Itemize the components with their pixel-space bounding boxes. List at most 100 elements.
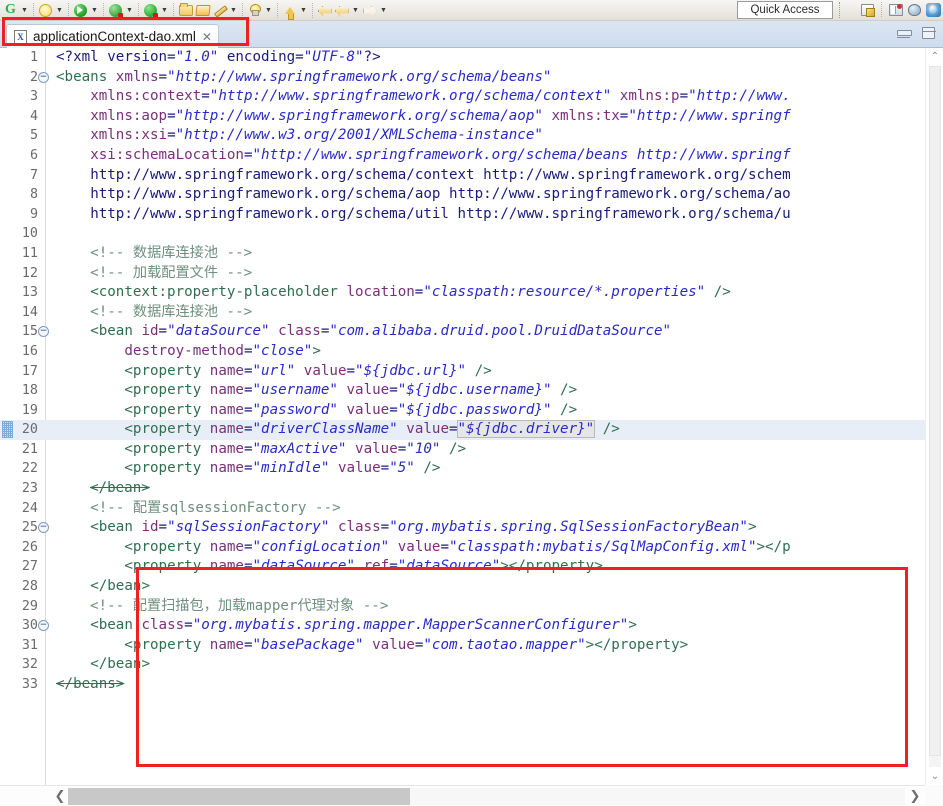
code-line-text: <!-- 数据库连接池 -->: [90, 303, 253, 320]
new-folder-icon[interactable]: [177, 0, 194, 20]
code-line[interactable]: 22 <property name="minIdle" value="5" />: [0, 459, 925, 479]
code-line[interactable]: 5 xmlns:xsi="http://www.w3.org/2001/XMLS…: [0, 126, 925, 146]
code-line[interactable]: 15− <bean id="dataSource" class="com.ali…: [0, 322, 925, 342]
scroll-left-icon[interactable]: ❮: [50, 786, 70, 806]
code-line[interactable]: 20 <property name="driverClassName" valu…: [0, 420, 925, 440]
fold-toggle-icon[interactable]: −: [38, 620, 49, 632]
code-line[interactable]: 29 <!-- 配置扫描包，加载mapper代理对象 -->: [0, 597, 925, 617]
vertical-scrollbar[interactable]: ⌃ ⌄: [925, 48, 943, 785]
code-line[interactable]: 25− <bean id="sqlSessionFactory" class="…: [0, 518, 925, 538]
chevron-down-icon[interactable]: ▼: [159, 2, 170, 19]
code-line-text: <property name="basePackage" value="com.…: [124, 636, 689, 653]
code-line[interactable]: 13 <context:property-placeholder locatio…: [0, 283, 925, 303]
chevron-down-icon[interactable]: ▼: [350, 2, 361, 19]
code-text-area[interactable]: 1 <?xml version="1.0" encoding="UTF-8"?> 2…: [0, 48, 925, 785]
chevron-down-icon[interactable]: ▼: [89, 2, 100, 19]
close-icon[interactable]: ✕: [202, 31, 212, 43]
line-number: 17: [21, 363, 38, 379]
vertical-scrollbar-thumb[interactable]: [929, 66, 941, 756]
open-folder-icon[interactable]: [194, 0, 211, 20]
run-external-tools-icon[interactable]: ▼: [107, 0, 135, 20]
toolbar-separator: [138, 2, 139, 18]
code-line[interactable]: 19 <property name="password" value="${jd…: [0, 401, 925, 421]
chevron-down-icon[interactable]: ▼: [124, 2, 135, 19]
code-line[interactable]: 28 </bean>: [0, 577, 925, 597]
google-search-icon[interactable]: G ▼: [2, 0, 30, 20]
toolbar-separator: [103, 2, 104, 18]
tip-icon[interactable]: ▼: [246, 0, 274, 20]
chevron-down-icon[interactable]: ▼: [19, 2, 30, 19]
code-line[interactable]: 14 <!-- 数据库连接池 -->: [0, 303, 925, 323]
code-line[interactable]: 27 <property name="dataSource" ref="data…: [0, 557, 925, 577]
line-number: 31: [21, 637, 38, 653]
code-line[interactable]: 6 xsi:schemaLocation="http://www.springf…: [0, 146, 925, 166]
back-arrow-dropdown-icon[interactable]: ▼: [333, 0, 361, 20]
code-line[interactable]: 2− <beans xmlns="http://www.springframewo…: [0, 68, 925, 88]
code-line[interactable]: 10: [0, 224, 925, 244]
build-icon[interactable]: ▼: [211, 0, 239, 20]
fold-toggle-icon[interactable]: −: [38, 326, 49, 338]
code-line[interactable]: 1 <?xml version="1.0" encoding="UTF-8"?>: [0, 48, 925, 68]
quick-access-input[interactable]: Quick Access: [737, 1, 833, 19]
line-number: 30: [21, 618, 38, 634]
code-line-text: <property name="minIdle" value="5" />: [124, 460, 441, 477]
chevron-down-icon[interactable]: ▼: [378, 2, 389, 19]
line-number: 4: [29, 108, 38, 124]
horizontal-scrollbar[interactable]: ❮ ❯: [0, 785, 943, 806]
line-number: 27: [21, 559, 38, 575]
line-number: 19: [21, 402, 38, 418]
code-line-text: <beans xmlns="http://www.springframework…: [56, 68, 552, 85]
code-line[interactable]: 30− <bean class="org.mybatis.spring.mapp…: [0, 616, 925, 636]
code-line[interactable]: 16 destroy-method="close">: [0, 342, 925, 362]
run-configurations-icon[interactable]: ▼: [142, 0, 170, 20]
up-arrow-icon[interactable]: ▼: [281, 0, 309, 20]
horizontal-scrollbar-thumb[interactable]: [68, 788, 410, 805]
editor-tab-label: applicationContext-dao.xml: [33, 29, 196, 44]
code-line[interactable]: 9 http://www.springframework.org/schema/…: [0, 205, 925, 225]
open-perspective-icon[interactable]: [859, 1, 876, 18]
forward-arrow-icon[interactable]: ▼: [361, 0, 389, 20]
back-arrow-icon[interactable]: [316, 0, 333, 20]
code-line[interactable]: 31 <property name="basePackage" value="c…: [0, 636, 925, 656]
debug-perspective-icon[interactable]: [906, 1, 923, 18]
code-line-text: </bean>: [90, 656, 150, 673]
line-number: 13: [21, 285, 38, 301]
debug-icon[interactable]: ▼: [37, 0, 65, 20]
editor-tab-applicationcontext-dao-xml[interactable]: X applicationContext-dao.xml ✕: [6, 24, 219, 48]
code-line[interactable]: 17 <property name="url" value="${jdbc.ur…: [0, 362, 925, 382]
code-line-text: http://www.springframework.org/schema/ao…: [90, 186, 791, 203]
run-icon[interactable]: ▼: [72, 0, 100, 20]
line-number: 21: [21, 441, 38, 457]
code-line-text: <!-- 数据库连接池 -->: [90, 244, 253, 261]
code-line[interactable]: 3 xmlns:context="http://www.springframew…: [0, 87, 925, 107]
fold-toggle-icon[interactable]: −: [38, 71, 49, 83]
code-line[interactable]: 32 </bean>: [0, 655, 925, 675]
chevron-down-icon[interactable]: ▼: [263, 2, 274, 19]
chevron-down-icon[interactable]: ▼: [228, 2, 239, 19]
fold-toggle-icon[interactable]: −: [38, 522, 49, 534]
toolbar-overflow-handle[interactable]: [839, 2, 843, 18]
maximize-icon[interactable]: [922, 27, 936, 39]
chevron-down-icon[interactable]: ▼: [298, 2, 309, 19]
code-line[interactable]: 18 <property name="username" value="${jd…: [0, 381, 925, 401]
code-line[interactable]: 21 <property name="maxActive" value="10"…: [0, 440, 925, 460]
code-editor[interactable]: 1 <?xml version="1.0" encoding="UTF-8"?> 2…: [0, 48, 943, 785]
java-perspective-icon[interactable]: [887, 1, 904, 18]
minimize-icon[interactable]: [897, 29, 912, 38]
scroll-right-icon[interactable]: ❯: [905, 786, 925, 806]
code-line[interactable]: 23 </bean>: [0, 479, 925, 499]
code-line[interactable]: 11 <!-- 数据库连接池 -->: [0, 244, 925, 264]
scroll-down-icon[interactable]: ⌄: [926, 768, 943, 785]
code-line[interactable]: 7 http://www.springframework.org/schema/…: [0, 166, 925, 186]
code-line[interactable]: 33 </beans>: [0, 675, 925, 695]
main-toolbar: G ▼ ▼ ▼ ▼ ▼ ▼ ▼ ▼ ▼ ▼ Quick Access: [0, 0, 943, 21]
code-line[interactable]: 26 <property name="configLocation" value…: [0, 538, 925, 558]
code-line[interactable]: 24 <!-- 配置sqlsessionFactory -->: [0, 499, 925, 519]
web-perspective-icon[interactable]: [925, 1, 942, 18]
scroll-up-icon[interactable]: ⌃: [926, 48, 943, 65]
code-line[interactable]: 12 <!-- 加载配置文件 -->: [0, 264, 925, 284]
code-line[interactable]: 4 xmlns:aop="http://www.springframework.…: [0, 107, 925, 127]
chevron-down-icon[interactable]: ▼: [54, 2, 65, 19]
code-line[interactable]: 8 http://www.springframework.org/schema/…: [0, 185, 925, 205]
line-number: 25: [21, 520, 38, 536]
